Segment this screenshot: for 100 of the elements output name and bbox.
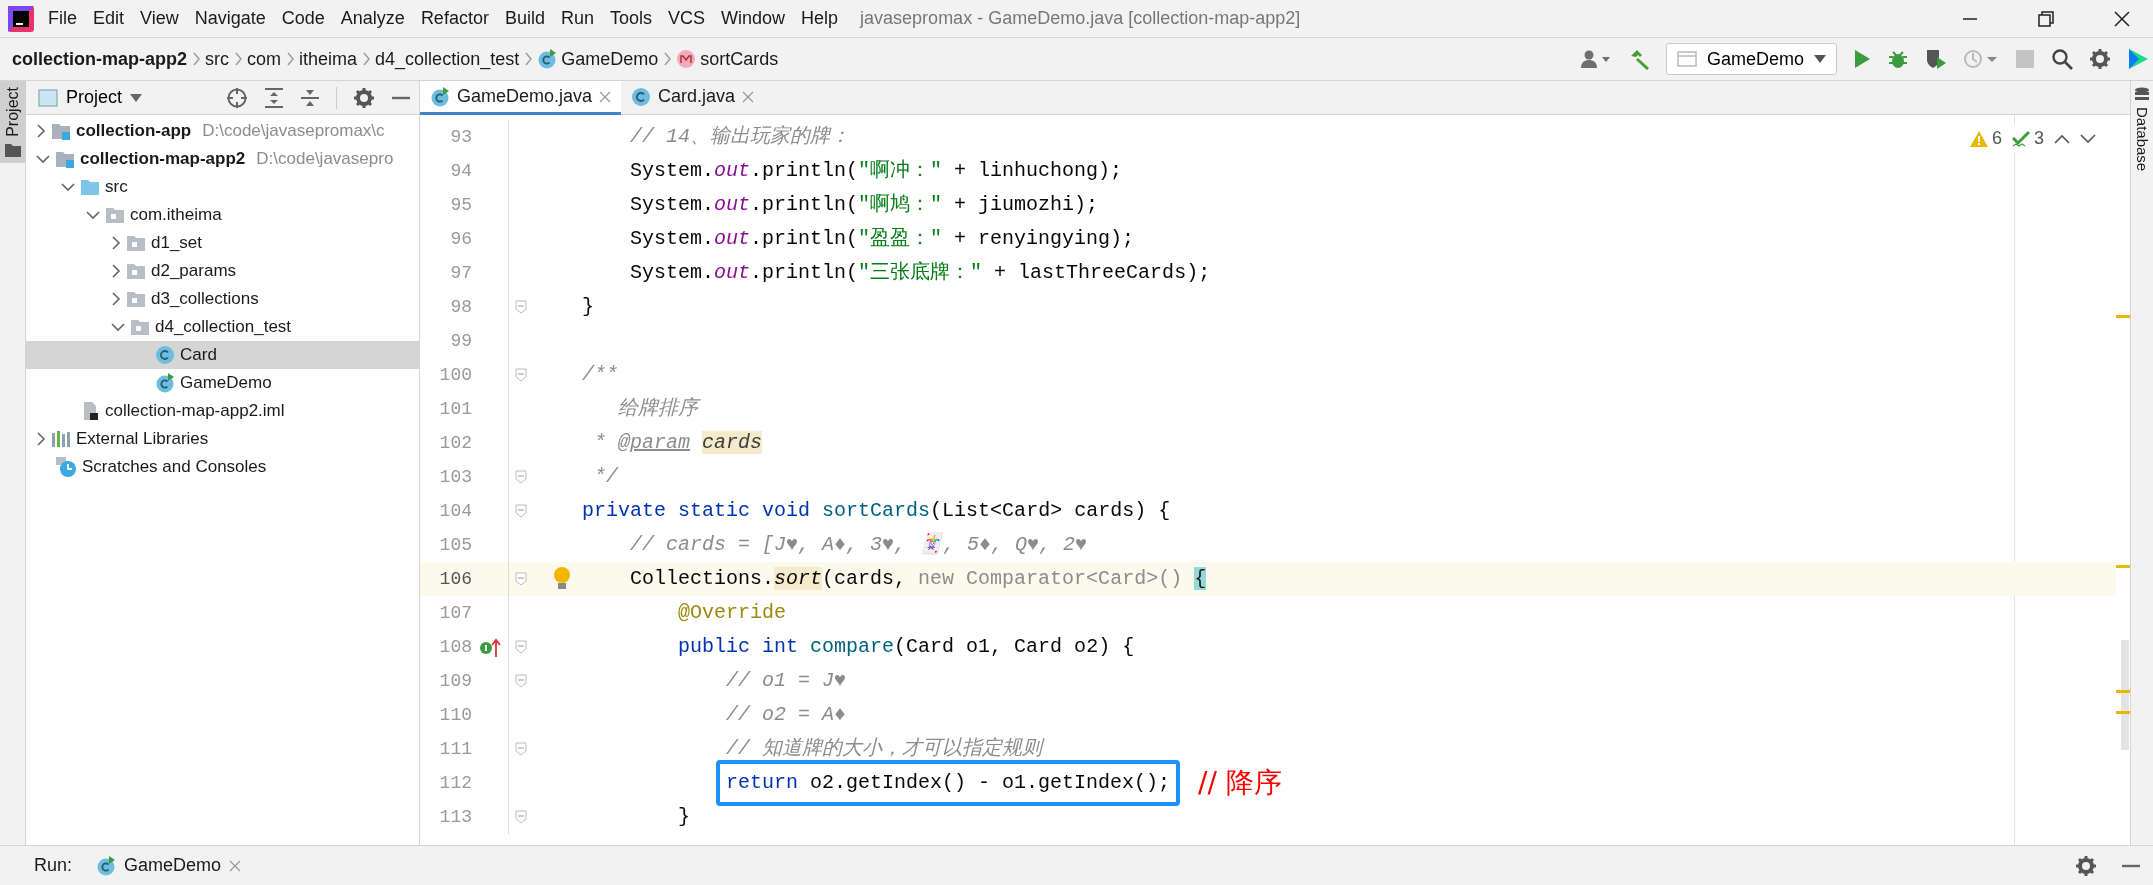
close-icon[interactable] <box>2113 9 2131 28</box>
expand-all-icon[interactable] <box>264 86 284 109</box>
implements-marker-icon <box>479 636 501 658</box>
line-number: 95 <box>449 193 472 217</box>
line-number: 105 <box>438 533 472 557</box>
chevron-icon <box>233 52 244 66</box>
scrollbar-thumb[interactable] <box>2121 640 2129 750</box>
menu-item[interactable]: Edit <box>85 5 133 32</box>
line-number: 100 <box>438 363 472 387</box>
chevron-icon <box>361 52 372 66</box>
menu-item[interactable]: Code <box>273 5 333 32</box>
editor-tab[interactable]: GameDemo.java <box>420 81 622 115</box>
settings-icon[interactable] <box>353 86 375 109</box>
tree-item[interactable]: com.itheima <box>26 201 419 229</box>
database-icon <box>2134 87 2150 103</box>
menu-item[interactable]: File <box>40 5 85 32</box>
window-icon <box>1676 50 1697 68</box>
code-line: // o2 = A♦ <box>726 702 847 728</box>
tool-window-tab[interactable]: Database <box>2130 107 2153 172</box>
toolbox-icon[interactable] <box>2127 48 2149 70</box>
line-number: 108 <box>438 635 472 659</box>
folder-icon <box>80 177 100 197</box>
line-number: 107 <box>438 601 472 625</box>
code-line: } <box>582 294 595 320</box>
class-icon <box>430 86 450 107</box>
line-number: 104 <box>438 499 472 523</box>
restore-icon[interactable] <box>2037 9 2055 28</box>
code-line: /** <box>582 362 619 388</box>
breadcrumb-item[interactable]: d4_collection_test <box>371 45 524 73</box>
line-number: 103 <box>438 465 472 489</box>
run-tab[interactable]: GameDemo <box>88 852 250 879</box>
tree-item[interactable]: d3_collections <box>26 285 419 313</box>
warnings-counter[interactable]: 6 <box>1969 125 2002 152</box>
tree-item[interactable]: Card <box>26 341 419 369</box>
menu-item[interactable]: Navigate <box>186 5 274 32</box>
module-icon <box>51 121 71 141</box>
breadcrumb-item[interactable]: itheima <box>295 45 362 73</box>
next-icon[interactable] <box>2080 133 2096 144</box>
line-number: 96 <box>449 227 472 251</box>
tree-item[interactable]: External Libraries <box>26 425 419 453</box>
method-icon <box>676 49 697 69</box>
menu-item[interactable]: Build <box>496 5 553 32</box>
tree-item[interactable]: d1_set <box>26 229 419 257</box>
menu-item[interactable]: Window <box>713 5 794 32</box>
breadcrumb-item[interactable]: com <box>243 45 286 73</box>
bug-icon[interactable] <box>1887 48 1909 70</box>
breadcrumb-item[interactable]: src <box>201 45 234 73</box>
breadcrumb-item[interactable]: GameDemo <box>533 45 663 73</box>
chevron-icon <box>191 52 202 66</box>
tree-item[interactable]: collection-map-app2 D:\code\javasepro <box>26 145 419 173</box>
settings-icon[interactable] <box>2075 854 2097 877</box>
breadcrumb-item[interactable]: sortCards <box>672 45 783 73</box>
menu-item[interactable]: Run <box>552 5 602 32</box>
chevron-icon <box>523 52 534 66</box>
editor-tab[interactable]: Card.java <box>621 81 765 115</box>
package-icon <box>105 205 125 225</box>
user-menu-icon[interactable] <box>1579 49 1612 69</box>
coverage-icon[interactable] <box>1925 48 1947 70</box>
run-icon[interactable] <box>1853 49 1871 69</box>
locate-icon[interactable] <box>226 86 248 109</box>
settings-icon[interactable] <box>2089 48 2111 70</box>
tree-item[interactable]: collection-app D:\code\javasepromax\c <box>26 117 419 145</box>
line-number: 98 <box>449 295 472 319</box>
menu-item[interactable]: View <box>132 5 187 32</box>
line-number: 97 <box>449 261 472 285</box>
libraries-icon <box>51 429 71 449</box>
menu-item[interactable]: Help <box>793 5 847 32</box>
menu-item[interactable]: Analyze <box>332 5 413 32</box>
class-icon <box>537 49 558 69</box>
chevron-icon <box>285 52 296 66</box>
tree-item[interactable]: collection-map-app2.iml <box>26 397 419 425</box>
search-icon[interactable] <box>2051 48 2073 70</box>
code-line: System.out.println("啊鸠：" + jiumozhi); <box>630 192 1099 218</box>
tree-item[interactable]: d4_collection_test <box>26 313 419 341</box>
tree-item[interactable]: Scratches and Consoles <box>26 453 419 481</box>
code-line: } <box>678 804 691 830</box>
package-icon <box>130 317 150 337</box>
code-line: // 知道牌的大小，才可以指定规则 <box>726 736 1043 762</box>
code-line: // cards = [J♥, A♦, 3♥, 🃏, 5♦, Q♥, 2♥ <box>630 532 1088 558</box>
line-number: 112 <box>438 771 472 795</box>
class-icon <box>155 373 175 393</box>
profiler-icon[interactable] <box>1963 48 1999 70</box>
tree-item[interactable]: src <box>26 173 419 201</box>
package-icon <box>126 261 146 281</box>
tree-item[interactable]: d2_params <box>26 257 419 285</box>
window-title: javasepromax - GameDemo.java [collection-map-app2] <box>860 7 1302 30</box>
breadcrumb-item[interactable]: collection-map-app2 <box>8 45 192 73</box>
class-icon <box>96 855 117 876</box>
menu-item[interactable]: VCS <box>660 5 713 32</box>
package-icon <box>126 289 146 309</box>
class-icon <box>631 86 652 107</box>
menu-item[interactable]: Tools <box>601 5 660 32</box>
run-label: Run: <box>34 854 73 877</box>
run-config-dropdown[interactable]: GameDemo <box>1665 43 1837 75</box>
tree-item[interactable]: GameDemo <box>26 369 419 397</box>
weak-warnings-counter[interactable]: 3 <box>2012 125 2044 152</box>
lightbulb-icon[interactable] <box>552 566 572 592</box>
previous-icon[interactable] <box>2054 133 2070 144</box>
menu-item[interactable]: Refactor <box>412 5 497 32</box>
app-logo-icon <box>8 5 34 32</box>
